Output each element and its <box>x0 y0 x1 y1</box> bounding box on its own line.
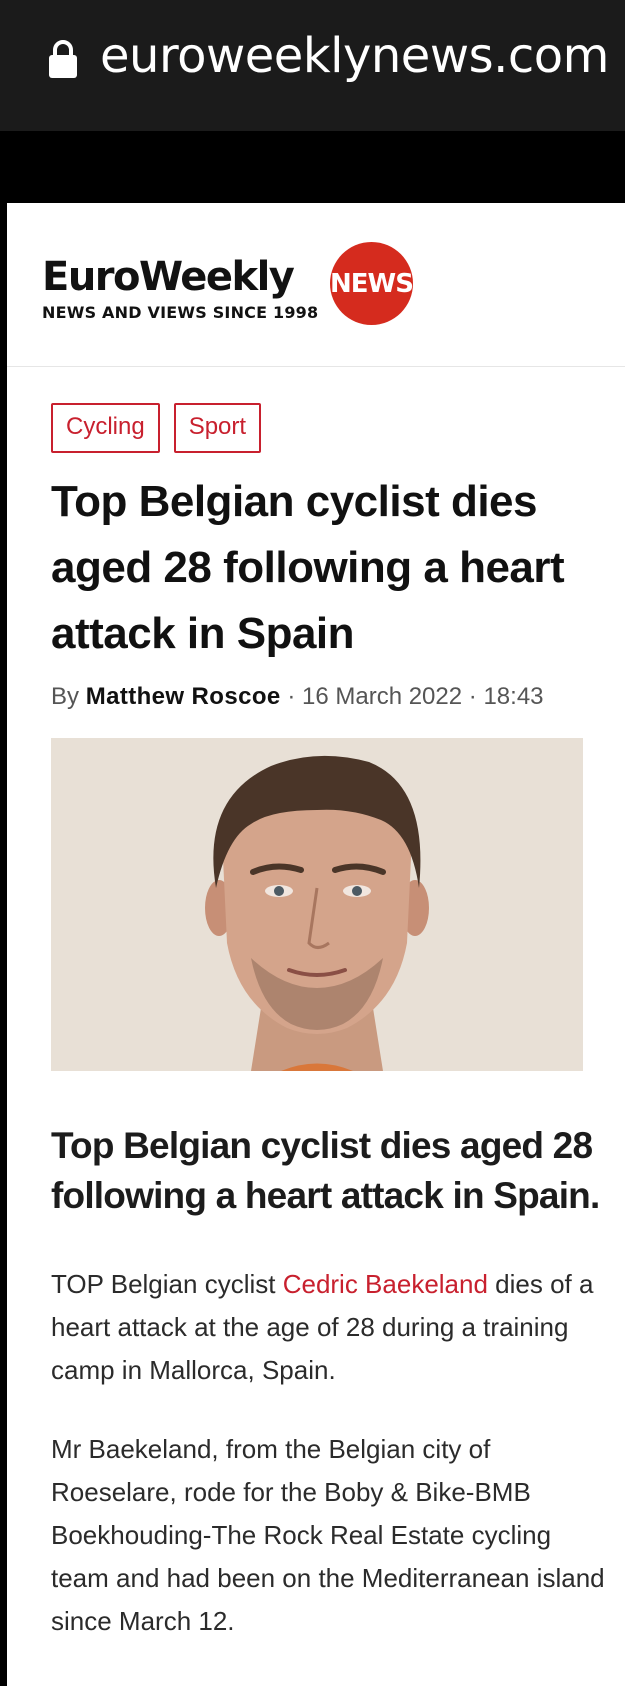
category-tag-cycling[interactable]: Cycling <box>51 403 160 453</box>
article-title: Top Belgian cyclist dies aged 28 followi… <box>51 477 565 658</box>
logo-tagline: NEWS AND VIEWS SINCE 1998 <box>42 303 319 322</box>
article-byline: By Matthew Roscoe · 16 March 2022 · 18:4… <box>51 681 544 713</box>
cedric-baekeland-link[interactable]: Cedric Baekeland <box>283 1269 488 1299</box>
article-paragraph-2: Mr Baekeland, from the Belgian city of R… <box>51 1434 605 1636</box>
publish-date: 16 March 2022 <box>302 683 463 710</box>
author-link[interactable]: Matthew Roscoe <box>86 683 281 710</box>
logo-news-badge: NEWS <box>330 242 414 325</box>
byline-prefix: By <box>51 683 80 710</box>
logo-wordmark: EuroWeekly <box>42 254 295 300</box>
category-tag-sport[interactable]: Sport <box>173 403 262 453</box>
url-text[interactable]: euroweeklynews.com <box>100 26 609 86</box>
paragraph-text: TOP Belgian cyclist <box>51 1269 283 1299</box>
article-paragraph-1: TOP Belgian cyclist Cedric Baekeland die… <box>51 1263 611 1392</box>
byline-separator: · <box>287 683 296 710</box>
article-subheading: Top Belgian cyclist dies aged 28 followi… <box>51 1125 600 1216</box>
site-header: EuroWeekly NEWS AND VIEWS SINCE 1998 NEW… <box>7 203 625 367</box>
portrait-photo <box>51 738 583 1071</box>
web-page: EuroWeekly NEWS AND VIEWS SINCE 1998 NEW… <box>7 203 625 1686</box>
category-tags: Cycling Sport <box>51 403 262 453</box>
lock-icon <box>49 40 77 78</box>
browser-address-bar[interactable]: euroweeklynews.com <box>0 0 625 131</box>
browser-toolbar-gap <box>0 131 625 203</box>
byline-separator: · <box>468 683 477 710</box>
publish-time: 18:43 <box>483 683 544 710</box>
article-hero-image <box>51 738 583 1071</box>
